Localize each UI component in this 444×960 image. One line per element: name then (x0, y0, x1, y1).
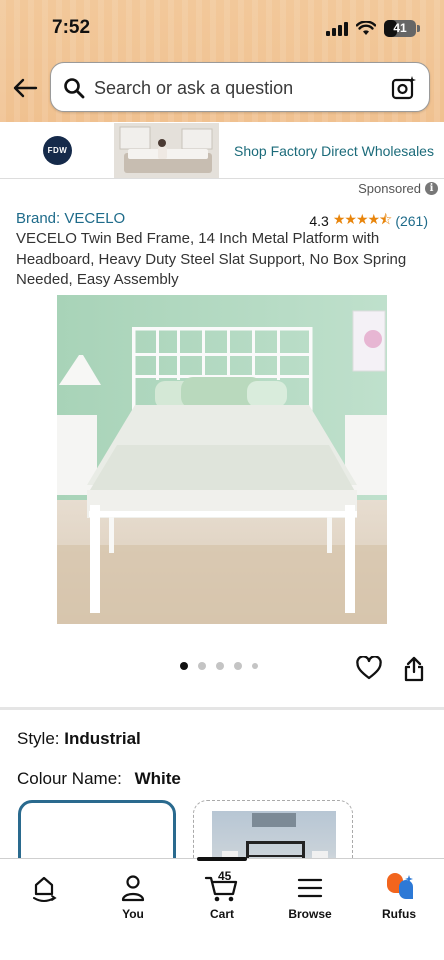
tab-you[interactable]: You (93, 871, 173, 921)
status-icons: 41 (326, 20, 420, 37)
tab-cart-label: Cart (209, 907, 234, 921)
carousel-dot[interactable] (198, 662, 206, 670)
camera-search-icon[interactable] (391, 75, 417, 101)
style-value: Industrial (64, 729, 141, 748)
tab-rufus-label: Rufus (382, 907, 416, 921)
info-icon[interactable]: i (425, 182, 438, 195)
search-input[interactable]: Search or ask a question (94, 78, 293, 99)
colour-label: Colour Name: (17, 769, 122, 788)
header: 7:52 41 Search or ask a question (0, 0, 444, 122)
back-arrow-icon[interactable] (12, 76, 38, 100)
banner-link[interactable]: Shop Factory Direct Wholesales (234, 143, 434, 159)
brand-logo: FDW (43, 136, 72, 165)
signal-icon (326, 21, 348, 36)
tab-browse[interactable]: Browse (270, 871, 350, 921)
style-row: Style: Industrial (17, 729, 141, 749)
carousel-dot[interactable] (252, 663, 258, 669)
sponsored-label[interactable]: Sponsored i (358, 181, 438, 196)
wifi-icon (356, 21, 376, 35)
style-label: Style: (17, 729, 60, 748)
image-carousel-dots[interactable] (180, 662, 258, 670)
colour-row: Colour Name: White (17, 769, 181, 789)
search-icon (64, 78, 85, 99)
home-icon (33, 876, 57, 902)
tab-home[interactable] (4, 871, 84, 907)
carousel-dot[interactable] (234, 662, 242, 670)
tab-rufus[interactable]: Rufus (359, 871, 439, 921)
bottom-tab-bar: You 45 Cart Browse Rufus (0, 857, 444, 960)
section-divider (0, 707, 444, 710)
menu-icon (297, 878, 323, 898)
tab-you-label: You (122, 907, 144, 921)
tab-cart[interactable]: 45 Cart (182, 869, 262, 921)
product-title: VECELO Twin Bed Frame, 14 Inch Metal Pla… (16, 230, 407, 288)
colour-value: White (134, 769, 181, 788)
carousel-dot[interactable] (216, 662, 224, 670)
brand-link[interactable]: Brand: VECELO (16, 210, 125, 227)
status-time: 7:52 (52, 17, 91, 38)
banner-image (114, 123, 219, 178)
heart-icon[interactable] (356, 656, 382, 680)
battery-level: 41 (393, 21, 407, 35)
cart-count-badge: 45 (217, 869, 232, 883)
tab-browse-label: Browse (288, 907, 332, 921)
sponsored-text: Sponsored (358, 181, 421, 196)
review-count[interactable]: (261) (395, 213, 428, 229)
rufus-icon (387, 873, 413, 899)
person-icon (121, 875, 145, 902)
product-image[interactable] (57, 295, 387, 624)
search-bar[interactable]: Search or ask a question (50, 62, 430, 112)
sponsored-banner[interactable]: FDW Shop Factory Direct Wholesales (0, 122, 444, 179)
rating-value: 4.3 (309, 213, 329, 229)
carousel-dot[interactable] (180, 662, 188, 670)
share-icon[interactable] (403, 656, 425, 682)
battery-icon: 41 (384, 20, 420, 37)
active-tab-indicator (197, 857, 247, 861)
